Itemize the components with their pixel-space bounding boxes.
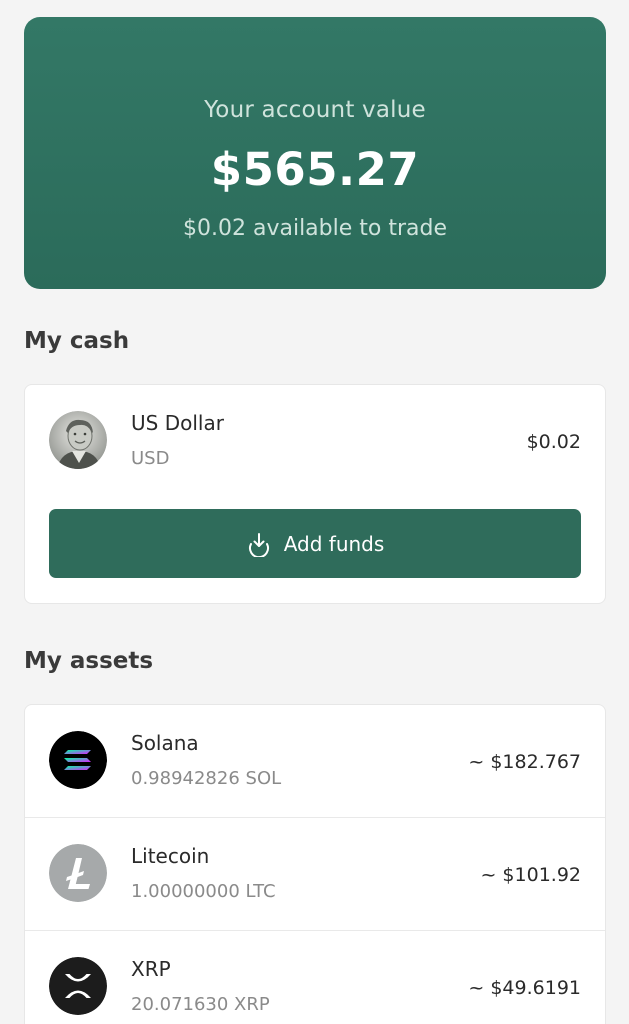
- asset-row-litecoin[interactable]: Litecoin 1.00000000 LTC ~ $101.92: [25, 818, 605, 931]
- available-to-trade: $0.02 available to trade: [183, 216, 447, 241]
- asset-value: ~ $49.6191: [468, 977, 581, 999]
- asset-value: ~ $101.92: [480, 864, 581, 886]
- asset-amount: 0.98942826 SOL: [131, 768, 282, 789]
- asset-value: ~ $182.767: [468, 751, 581, 773]
- cash-currency-code: USD: [131, 448, 170, 469]
- asset-row-solana[interactable]: Solana 0.98942826 SOL ~ $182.767: [25, 705, 605, 818]
- download-icon: [246, 531, 272, 557]
- asset-row-xrp[interactable]: XRP 20.071630 XRP ~ $49.6191: [25, 931, 605, 1024]
- cash-balance: $0.02: [526, 431, 581, 453]
- cash-currency-name: US Dollar: [131, 411, 224, 435]
- my-assets-title: My assets: [24, 648, 154, 674]
- page: Your account value $565.27 $0.02 availab…: [0, 0, 629, 1024]
- xrp-icon: [49, 957, 107, 1015]
- account-value-card: Your account value $565.27 $0.02 availab…: [24, 17, 606, 289]
- litecoin-icon: [49, 844, 107, 902]
- add-funds-button[interactable]: Add funds: [49, 509, 581, 578]
- asset-name: XRP: [131, 957, 171, 981]
- cash-card: US Dollar USD $0.02 Add funds: [24, 384, 606, 604]
- cash-row-usd[interactable]: US Dollar USD $0.02: [25, 385, 605, 497]
- asset-amount: 20.071630 XRP: [131, 994, 270, 1015]
- my-cash-title: My cash: [24, 328, 130, 354]
- assets-card: Solana 0.98942826 SOL ~ $182.767 Litecoi…: [24, 704, 606, 1024]
- asset-name: Litecoin: [131, 844, 210, 868]
- solana-icon: [49, 731, 107, 789]
- account-value-label: Your account value: [204, 97, 426, 123]
- asset-name: Solana: [131, 731, 199, 755]
- dollar-bill-portrait-icon: [49, 411, 107, 469]
- asset-amount: 1.00000000 LTC: [131, 881, 276, 902]
- add-funds-label: Add funds: [283, 531, 385, 556]
- account-value-amount: $565.27: [210, 143, 420, 196]
